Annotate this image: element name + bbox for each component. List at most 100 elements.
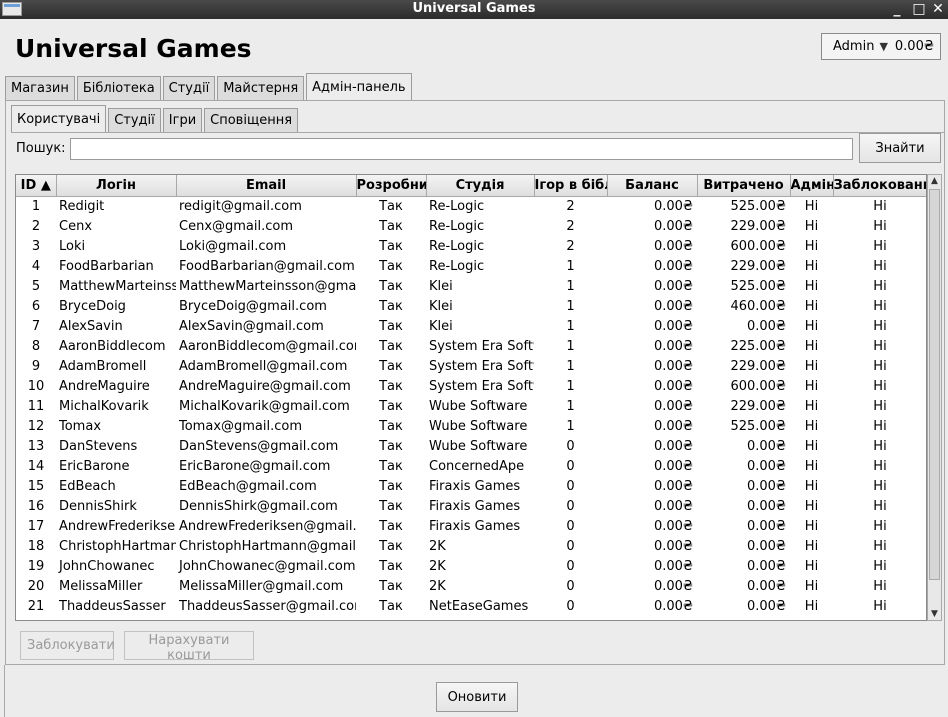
cell-spent: 525.00₴ [730, 279, 786, 294]
cell-admin: Ні [804, 219, 819, 234]
table-row[interactable]: 14 EricBarone EricBarone@gmail.com Так Conce… [16, 457, 926, 477]
column-header[interactable]: Студія [426, 175, 535, 197]
table-row[interactable]: 18 ChristophHartmann ChristophHartmann@gma… [16, 537, 926, 557]
window-title: Universal Games [412, 1, 536, 16]
cell-email: AlexSavin@gmail.com [179, 319, 324, 334]
table-vertical-scrollbar[interactable]: ▲ ▼ [927, 174, 942, 621]
sub-tab-1[interactable]: Студії [108, 108, 161, 132]
search-input[interactable] [70, 138, 853, 160]
sub-tab-0[interactable]: Користувачі [11, 105, 107, 132]
scroll-up-icon[interactable]: ▲ [928, 175, 941, 187]
table-row[interactable]: 9 AdamBromell AdamBromell@gmail.com Так Syst… [16, 357, 926, 377]
table-row[interactable]: 10 AndreMaguire AndreMaguire@gmail.com Так S… [16, 377, 926, 397]
cell-balance: 0.00₴ [653, 359, 693, 374]
column-header[interactable]: Адмін [790, 175, 834, 197]
cell-games: 1 [566, 299, 575, 314]
cell-studio: Klei [429, 299, 453, 314]
table-row[interactable]: 13 DanStevens DanStevens@gmail.com Так Wube … [16, 437, 926, 457]
column-header[interactable]: Заблокований [833, 175, 926, 197]
window-edge-divider [4, 665, 5, 717]
search-label: Пошук: [16, 141, 66, 156]
cell-games: 0 [566, 459, 575, 474]
sub-tab-2[interactable]: Ігри [162, 108, 203, 132]
cell-admin: Ні [804, 439, 819, 454]
table-row[interactable]: 3 Loki Loki@gmail.com Так Re-Logic 2 0.00₴ 600.… [16, 237, 926, 257]
cell-blocked: Ні [873, 499, 887, 514]
main-tab-0[interactable]: Магазин [5, 76, 75, 100]
maximize-icon[interactable]: □ [910, 1, 928, 18]
sub-tab-3[interactable]: Сповіщення [204, 108, 299, 132]
table-row[interactable]: 11 MichalKovarik MichalKovarik@gmail.com Та… [16, 397, 926, 417]
cell-admin: Ні [804, 339, 819, 354]
table-row[interactable]: 15 EdBeach EdBeach@gmail.com Так Firaxis Gam… [16, 477, 926, 497]
cell-studio: Firaxis Games [429, 479, 521, 494]
column-header[interactable]: ID ▲ [16, 175, 57, 197]
cell-login: AndrewFrederiksen [59, 519, 176, 534]
column-header[interactable]: Логін [56, 175, 177, 197]
minimize-icon[interactable]: _ [888, 1, 906, 18]
main-tab-2[interactable]: Студії [162, 76, 216, 100]
refresh-button[interactable]: Оновити [436, 682, 518, 712]
cell-balance: 0.00₴ [653, 399, 693, 414]
cell-admin: Ні [804, 319, 819, 334]
main-tab-1[interactable]: Бібліотека [76, 76, 161, 100]
account-dropdown[interactable]: Admin ▼ 0.00₴ [821, 33, 941, 60]
main-tab-3[interactable]: Майстерня [217, 76, 305, 100]
cell-dev: Так [379, 379, 403, 394]
column-header[interactable]: Витрачено [697, 175, 791, 197]
cell-balance: 0.00₴ [653, 339, 693, 354]
cell-id: 14 [27, 459, 45, 474]
cell-admin: Ні [804, 279, 819, 294]
cell-email: BryceDoig@gmail.com [179, 299, 327, 314]
cell-dev: Так [379, 539, 403, 554]
table-row[interactable]: 12 Tomax Tomax@gmail.com Так Wube Software 1 0… [16, 417, 926, 437]
table-row[interactable]: 6 BryceDoig BryceDoig@gmail.com Так Klei 1 0.0… [16, 297, 926, 317]
table-row[interactable]: 5 MatthewMarteinssonMatthewMarteinsson@gm… [16, 277, 926, 297]
cell-spent: 0.00₴ [746, 559, 786, 574]
account-username: Admin [833, 39, 875, 54]
cell-login: Loki [59, 239, 86, 254]
cell-balance: 0.00₴ [653, 559, 693, 574]
cell-spent: 600.00₴ [730, 379, 786, 394]
main-tab-4[interactable]: Адмін-панель [306, 73, 412, 100]
column-header[interactable]: Баланс [607, 175, 698, 197]
cell-games: 0 [566, 579, 575, 594]
cell-spent: 0.00₴ [746, 479, 786, 494]
table-row[interactable]: 21 ThaddeusSasser ThaddeusSasser@gmail.com… [16, 597, 926, 617]
scroll-down-icon[interactable]: ▼ [928, 608, 941, 620]
cell-email: redigit@gmail.com [179, 199, 302, 214]
cell-spent: 225.00₴ [730, 339, 786, 354]
table-row[interactable]: 1 Redigit redigit@gmail.com Так Re-Logic 2 0.0… [16, 197, 926, 218]
table-row[interactable]: 7 AlexSavin AlexSavin@gmail.com Так Klei 1 0.0… [16, 317, 926, 337]
search-button[interactable]: Знайти [859, 133, 941, 163]
cell-studio: Klei [429, 319, 453, 334]
table-row[interactable]: 8 AaronBiddlecom AaronBiddlecom@gmail.com Т… [16, 337, 926, 357]
cell-spent: 525.00₴ [730, 419, 786, 434]
cell-games: 0 [566, 519, 575, 534]
cell-login: FoodBarbarian [59, 259, 154, 274]
cell-studio: Re-Logic [429, 219, 485, 234]
cell-dev: Так [379, 279, 403, 294]
column-header[interactable]: Ігор в бібл. [534, 175, 608, 197]
admin-sub-tab-bar: Користувачі Студії Ігри Сповіщення [11, 105, 300, 132]
table-row[interactable]: 4 FoodBarbarian FoodBarbarian@gmail.com Так… [16, 257, 926, 277]
cell-blocked: Ні [873, 259, 887, 274]
cell-spent: 0.00₴ [746, 499, 786, 514]
column-header[interactable]: Email [176, 175, 357, 197]
cell-blocked: Ні [873, 519, 887, 534]
cell-balance: 0.00₴ [653, 319, 693, 334]
table-row[interactable]: 2 Cenx Cenx@gmail.com Так Re-Logic 2 0.00₴ 229.… [16, 217, 926, 237]
cell-balance: 0.00₴ [653, 459, 693, 474]
cell-games: 1 [566, 419, 575, 434]
table-row[interactable]: 19 JohnChowanec JohnChowanec@gmail.com Так 2… [16, 557, 926, 577]
scrollbar-thumb[interactable] [929, 189, 940, 580]
cell-login: DanStevens [59, 439, 138, 454]
cell-games: 0 [566, 599, 575, 614]
add-funds-button[interactable]: Нарахувати кошти [124, 631, 254, 663]
table-row[interactable]: 16 DennisShirk DennisShirk@gmail.com Так Fir… [16, 497, 926, 517]
block-user-button[interactable]: Заблокувати [20, 631, 115, 660]
column-header[interactable]: Розробник [356, 175, 427, 197]
close-icon[interactable]: ✕ [929, 1, 947, 18]
table-row[interactable]: 20 MelissaMiller MelissaMiller@gmail.com Та… [16, 577, 926, 597]
table-row[interactable]: 17 AndrewFrederiksen AndrewFrederiksen@gma… [16, 517, 926, 537]
